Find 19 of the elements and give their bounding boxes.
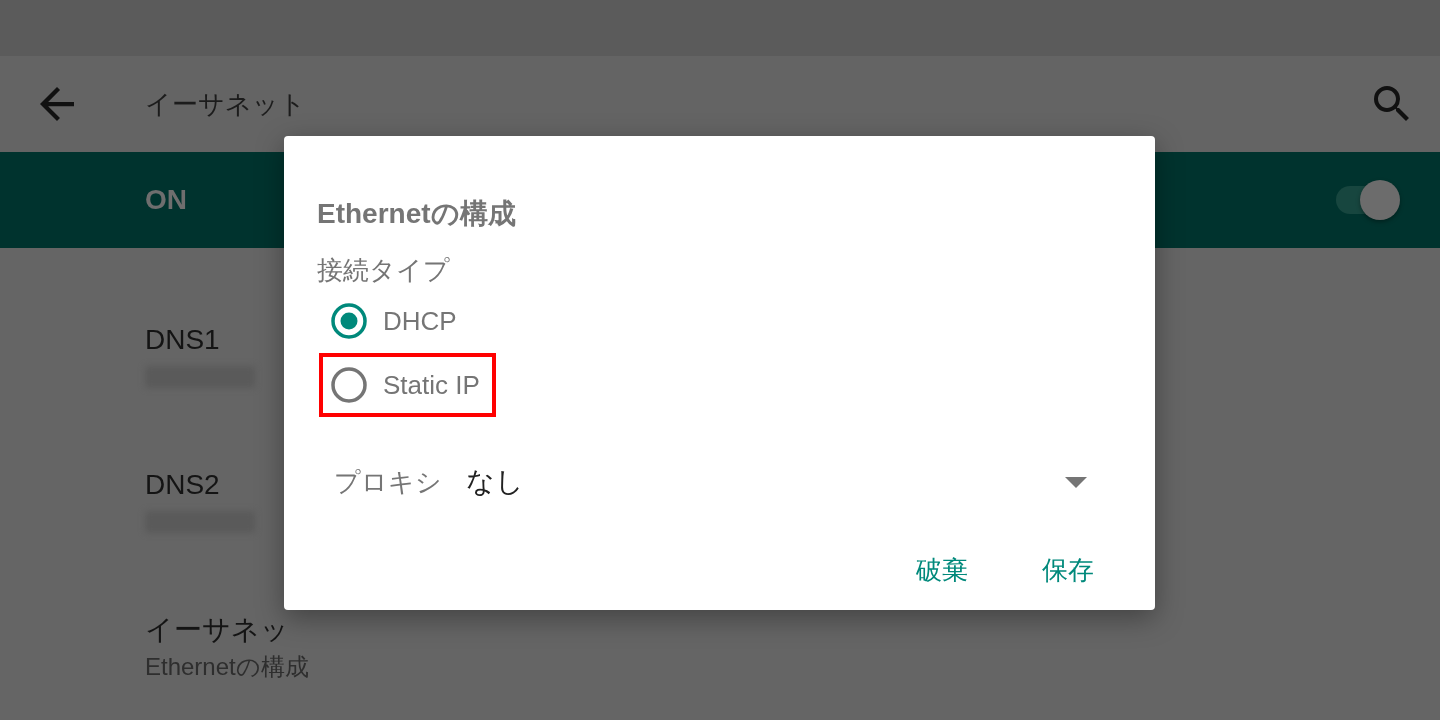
option-label[interactable]: Static IP xyxy=(383,370,480,400)
proxy-dropdown[interactable]: なし xyxy=(466,465,1087,499)
proxy-label: プロキシ xyxy=(334,467,442,497)
discard-button[interactable]: 破棄 xyxy=(906,546,978,594)
screen-title: イーサネット xyxy=(145,88,306,120)
option-label[interactable]: DHCP xyxy=(383,306,457,336)
setting-title[interactable]: DNS2 xyxy=(145,469,220,501)
caret-icon xyxy=(1065,476,1087,488)
back-arrow-icon[interactable] xyxy=(40,87,74,121)
section-label: 接続タイプ xyxy=(317,255,450,285)
save-button[interactable]: 保存 xyxy=(1032,546,1104,594)
setting-title[interactable]: イーサネッ xyxy=(145,614,289,646)
radio-button[interactable] xyxy=(331,367,367,403)
setting-title[interactable]: DNS1 xyxy=(145,324,220,356)
search-icon[interactable] xyxy=(1374,86,1410,122)
dialog-title: Ethernetの構成 xyxy=(317,198,516,230)
radio-button[interactable] xyxy=(331,303,367,339)
toggle-switch[interactable] xyxy=(1334,179,1400,221)
switch-label: ON xyxy=(145,184,187,216)
